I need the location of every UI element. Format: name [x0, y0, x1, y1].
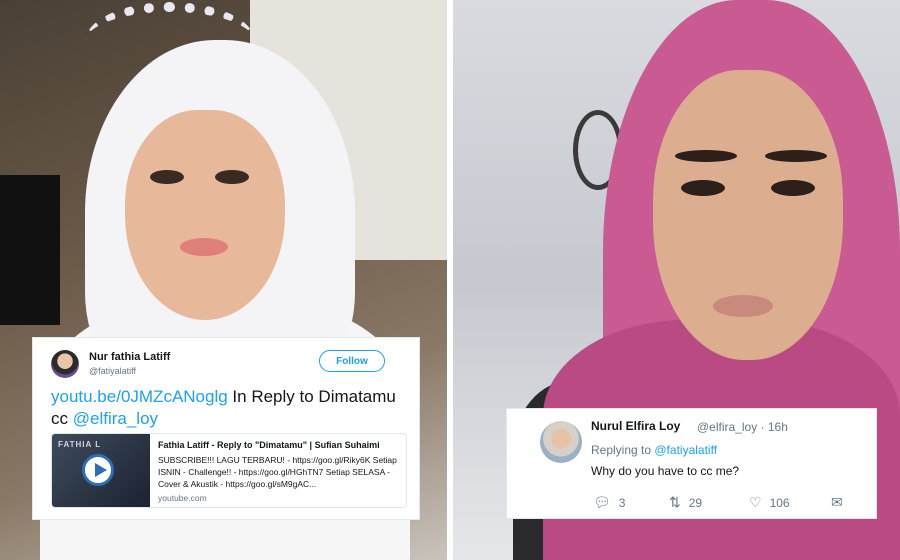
- tiara: [85, 2, 255, 82]
- play-icon[interactable]: [82, 454, 114, 486]
- face: [125, 110, 285, 320]
- handle-and-time[interactable]: @elfira_loy · 16h: [697, 420, 788, 434]
- lips: [180, 238, 228, 256]
- message-action[interactable]: ✉: [831, 494, 851, 511]
- tweet-text: youtu.be/0JMZcANoglg In Reply to Dimatam…: [51, 386, 411, 430]
- user-handle[interactable]: @fatiyalatiff: [89, 366, 136, 376]
- message-icon: ✉: [831, 494, 843, 510]
- thumbnail-caption: FATHIA L: [58, 440, 102, 449]
- tweet-card-fathia[interactable]: Nur fathia Latiff @fatiyalatiff Follow y…: [32, 337, 420, 520]
- lips: [713, 295, 773, 317]
- preview-description: SUBSCRIBE!!! LAGU TERBARU! - https://goo…: [158, 455, 397, 489]
- right-eye: [771, 180, 815, 196]
- retweet-count: 29: [688, 496, 703, 510]
- reply-icon: 💬︎: [593, 494, 611, 510]
- tweet-actions: 💬︎ 3 ⇅ 29 ♡ 106 ✉: [591, 494, 861, 512]
- display-name[interactable]: Nurul Elfira Loy: [591, 419, 680, 433]
- avatar[interactable]: [540, 421, 582, 463]
- avatar[interactable]: [51, 350, 79, 378]
- retweet-action[interactable]: ⇅ 29: [669, 494, 702, 511]
- mention-link[interactable]: @elfira_loy: [73, 409, 158, 428]
- replying-prefix: Replying to: [591, 443, 655, 457]
- right-eye: [215, 170, 249, 184]
- preview-title[interactable]: Fathia Latiff - Reply to "Dimatamu" | Su…: [158, 440, 403, 450]
- replying-to-link[interactable]: @fatiyalatiff: [654, 443, 717, 457]
- reply-count: 3: [618, 496, 626, 510]
- left-brow: [675, 150, 737, 162]
- left-eye: [150, 170, 184, 184]
- follow-button[interactable]: Follow: [319, 350, 385, 372]
- tweet-card-elfira[interactable]: Nurul Elfira Loy @elfira_loy · 16h Reply…: [506, 408, 877, 519]
- like-action[interactable]: ♡ 106: [749, 494, 790, 511]
- reply-action[interactable]: 💬︎ 3: [593, 494, 625, 511]
- video-thumbnail[interactable]: FATHIA L: [52, 434, 150, 507]
- link-preview-card[interactable]: FATHIA L Fathia Latiff - Reply to "Dimat…: [51, 433, 407, 508]
- replying-to: Replying to @fatiyalatiff: [591, 443, 717, 457]
- left-eye: [681, 180, 725, 196]
- like-count: 106: [769, 496, 790, 510]
- right-brow: [765, 150, 827, 162]
- tv-screen: [0, 175, 60, 325]
- like-icon: ♡: [749, 494, 762, 510]
- tweet-text: Why do you have to cc me?: [591, 464, 740, 478]
- display-name[interactable]: Nur fathia Latiff: [89, 351, 170, 363]
- youtube-link[interactable]: youtu.be/0JMZcANoglg: [51, 387, 228, 406]
- retweet-icon: ⇅: [669, 494, 681, 510]
- preview-domain: youtube.com: [158, 493, 207, 503]
